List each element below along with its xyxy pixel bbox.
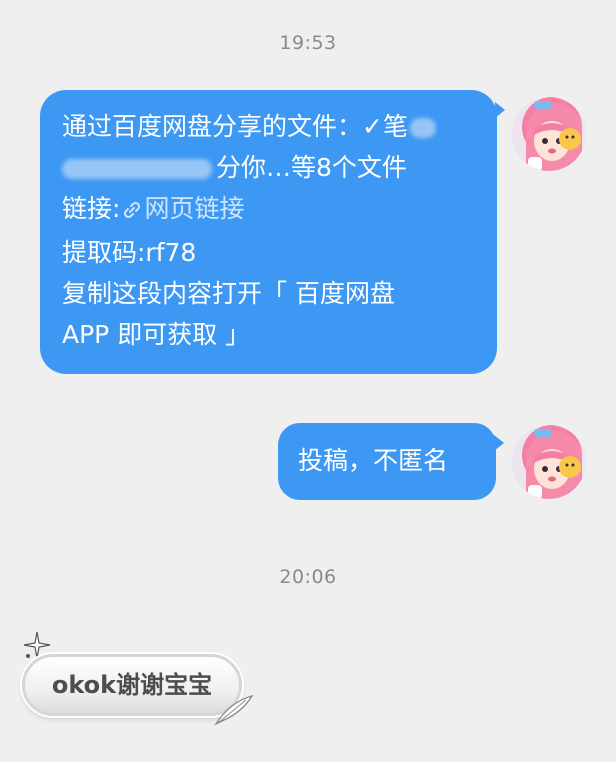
share-text: 通过百度网盘分享的文件：✓笔	[62, 112, 408, 141]
message-line: 分你…等8个文件	[62, 147, 497, 188]
bubble-tail	[494, 435, 504, 451]
web-link[interactable]: 网页链接	[144, 194, 244, 223]
anime-girl-avatar-icon	[512, 425, 586, 499]
anime-girl-avatar-icon	[512, 97, 586, 171]
feather-icon	[214, 694, 254, 726]
message-text: 投稿，不匿名	[298, 446, 449, 475]
timestamp: 20:06	[279, 566, 337, 588]
avatar[interactable]	[512, 97, 586, 171]
redacted-text	[62, 159, 212, 179]
message-line: 通过百度网盘分享的文件：✓笔	[62, 106, 497, 147]
redacted-text	[409, 118, 436, 138]
received-message[interactable]: okok谢谢宝宝	[14, 631, 254, 726]
avatar[interactable]	[512, 425, 586, 499]
message-line: 链接: 网页链接	[62, 188, 497, 232]
share-text-continued: 分你…等8个文件	[216, 153, 407, 182]
sent-message-text[interactable]: 投稿，不匿名	[278, 423, 504, 500]
message-line: APP 即可获取 」	[62, 320, 251, 349]
sent-message-share-link[interactable]: 通过百度网盘分享的文件：✓笔 分你…等8个文件 链接: 网页链接 提取码:rf78…	[40, 90, 505, 374]
extraction-code: 提取码:rf78	[62, 238, 197, 267]
link-prefix: 链接:	[62, 194, 121, 223]
link-chain-icon	[122, 191, 142, 232]
message-line: 复制这段内容打开「 百度网盘	[62, 279, 395, 308]
timestamp: 19:53	[279, 32, 337, 54]
reply-bubble: okok谢谢宝宝	[22, 654, 242, 716]
bubble-tail	[495, 102, 505, 118]
